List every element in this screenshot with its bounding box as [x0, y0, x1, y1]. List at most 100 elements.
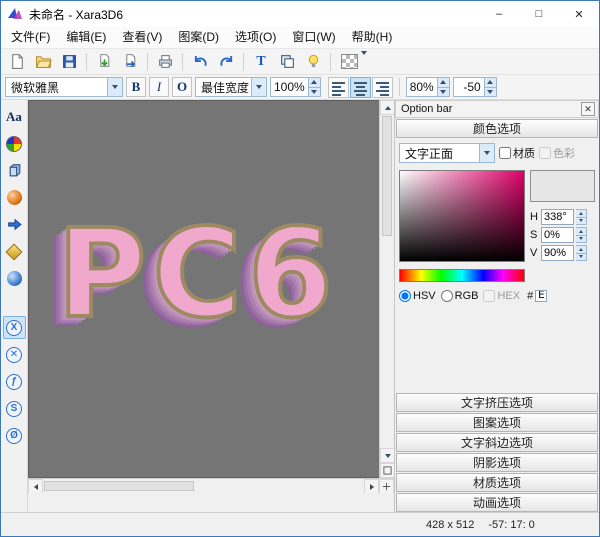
bevel-options-button[interactable]	[3, 186, 26, 209]
zoom-spinner[interactable]: 100%	[270, 77, 321, 97]
document-canvas[interactable]: PC6	[28, 100, 379, 478]
align-center-button[interactable]	[350, 77, 371, 98]
menu-pattern[interactable]: 图案(D)	[170, 27, 227, 48]
section-texture-options[interactable]: 材质选项	[396, 473, 598, 492]
section-bevel-options[interactable]: 文字斜边选项	[396, 433, 598, 452]
toolbar-separator	[86, 53, 87, 71]
view-toggle-4-button[interactable]: S	[3, 397, 26, 420]
vertical-scroll-thumb[interactable]	[382, 116, 392, 236]
save-button[interactable]	[57, 51, 81, 73]
new-button[interactable]	[5, 51, 29, 73]
undo-button[interactable]	[188, 51, 212, 73]
texture-checkbox[interactable]: 材质	[499, 145, 535, 161]
rgb-radio[interactable]: RGB	[441, 290, 479, 302]
texture-preview-icon	[341, 54, 358, 69]
width-mode-select[interactable]: 最佳宽度	[195, 77, 267, 97]
canvas-horizontal-scrollbar[interactable]	[28, 478, 394, 493]
color-options-button[interactable]	[3, 132, 26, 155]
menu-help[interactable]: 帮助(H)	[344, 27, 401, 48]
spin-down-button[interactable]	[485, 87, 496, 97]
align-left-button[interactable]	[328, 77, 349, 98]
texture-checkbox-input[interactable]	[499, 147, 511, 159]
horizontal-scroll-thumb[interactable]	[44, 481, 194, 491]
hue-input[interactable]	[541, 209, 574, 225]
view-toggle-3-button[interactable]: ƒ	[3, 370, 26, 393]
font-select[interactable]: 微软雅黑	[5, 77, 123, 97]
spin-down-button[interactable]	[309, 87, 320, 97]
color-checkbox: 色彩	[539, 145, 575, 161]
shadow-options-button[interactable]	[3, 213, 26, 236]
spin-up-button[interactable]	[309, 78, 320, 87]
text-options-button[interactable]: Aa	[3, 105, 26, 128]
view-toggle-1-button[interactable]: X	[3, 316, 26, 339]
toolbar-separator	[147, 53, 148, 71]
value-input[interactable]	[541, 245, 574, 261]
chevron-down-icon	[251, 78, 266, 96]
hash-label: #	[527, 290, 533, 302]
menu-file[interactable]: 文件(F)	[3, 27, 58, 48]
texture-options-button[interactable]	[3, 240, 26, 263]
spin-down-button[interactable]	[576, 253, 586, 261]
view-toggle-5-button[interactable]: Ø	[3, 424, 26, 447]
section-animation-options[interactable]: 动画选项	[396, 493, 598, 512]
angle-spinner[interactable]: -50	[453, 77, 497, 97]
saturation-value-picker[interactable]	[399, 170, 525, 262]
hex-checkbox: HEX	[483, 290, 520, 302]
vertical-scroll-track[interactable]	[380, 115, 394, 448]
hsv-radio-input[interactable]	[399, 290, 411, 302]
menu-window[interactable]: 窗口(W)	[284, 27, 343, 48]
maximize-button[interactable]: □	[519, 1, 559, 27]
hex-input[interactable]	[535, 290, 547, 302]
import-button[interactable]	[92, 51, 116, 73]
italic-button[interactable]: I	[149, 77, 169, 97]
fit-view-button[interactable]	[380, 463, 395, 478]
status-rotation: -57: 17: 0	[488, 519, 534, 531]
animation-options-button[interactable]	[3, 267, 26, 290]
minimize-button[interactable]: –	[479, 1, 519, 27]
text-edit-button[interactable]: T	[249, 51, 273, 73]
redo-button[interactable]	[214, 51, 238, 73]
3d-text[interactable]: PC6	[57, 213, 339, 335]
section-color-options[interactable]: 颜色选项	[396, 119, 598, 138]
hsv-radio[interactable]: HSV	[399, 290, 436, 302]
scroll-right-button[interactable]	[364, 479, 379, 494]
spin-down-button[interactable]	[576, 235, 586, 243]
texture-picker-button[interactable]	[336, 51, 372, 73]
open-button[interactable]	[31, 51, 55, 73]
section-shadow-options[interactable]: 阴影选项	[396, 453, 598, 472]
menu-edit[interactable]: 编辑(E)	[58, 27, 114, 48]
align-right-button[interactable]	[372, 77, 393, 98]
face-select[interactable]: 文字正面	[399, 143, 495, 163]
toolbar-separator	[182, 53, 183, 71]
window-layout-button[interactable]	[275, 51, 299, 73]
chevron-down-icon	[107, 78, 122, 96]
section-extrusion-options[interactable]: 文字挤压选项	[396, 393, 598, 412]
horizontal-scroll-track[interactable]	[43, 479, 364, 493]
extrusion-options-button[interactable]	[3, 159, 26, 182]
rgb-radio-input[interactable]	[441, 290, 453, 302]
scroll-down-button[interactable]	[380, 448, 395, 463]
saturation-input[interactable]	[541, 227, 574, 243]
close-button[interactable]: ✕	[559, 1, 599, 27]
menu-options[interactable]: 选项(O)	[227, 27, 284, 48]
scale-spinner[interactable]: 80%	[406, 77, 450, 97]
close-icon[interactable]: ✕	[581, 102, 595, 116]
bold-button[interactable]: B	[126, 77, 146, 97]
section-pattern-options[interactable]: 图案选项	[396, 413, 598, 432]
title-bar: 未命名 - Xara3D6 – □ ✕	[1, 1, 599, 27]
outline-button[interactable]: O	[172, 77, 192, 97]
spin-up-button[interactable]	[438, 78, 449, 87]
scroll-left-button[interactable]	[28, 479, 43, 494]
canvas-vertical-scrollbar[interactable]	[379, 100, 394, 478]
menu-view[interactable]: 查看(V)	[114, 27, 170, 48]
hue-slider[interactable]	[399, 269, 525, 282]
view-toggle-2-button[interactable]: ✕	[3, 343, 26, 366]
render-quality-button[interactable]	[301, 51, 325, 73]
scroll-up-button[interactable]	[380, 100, 395, 115]
pan-view-button[interactable]	[379, 479, 394, 494]
spin-down-button[interactable]	[576, 217, 586, 225]
print-button[interactable]	[153, 51, 177, 73]
spin-up-button[interactable]	[485, 78, 496, 87]
export-button[interactable]	[118, 51, 142, 73]
spin-down-button[interactable]	[438, 87, 449, 97]
